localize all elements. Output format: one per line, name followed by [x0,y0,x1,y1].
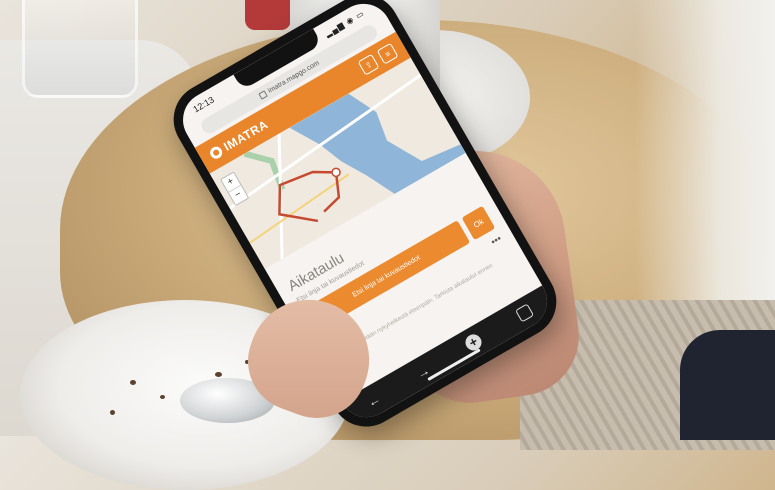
drinking-glass [22,0,138,98]
lock-icon [258,89,268,100]
ok-button[interactable]: Ok [461,205,496,241]
share-icon[interactable]: ⇪ [357,53,380,76]
photo-scene: 12:13 ▂▄▆ ◉ ▭ imatra.mapgo.com IMATRA ⇪ … [0,0,775,490]
map-pin-logo-icon [207,144,225,161]
dark-sleeve [680,330,775,440]
tabs-icon[interactable] [515,303,535,323]
crumb [215,372,222,377]
red-cloth [245,0,291,30]
status-time: 12:13 [191,94,216,115]
crumb [110,410,115,415]
new-tab-plus-icon[interactable]: + [462,331,485,354]
menu-icon[interactable]: ≡ [376,42,399,65]
crumb [130,380,136,385]
back-arrow-icon[interactable]: ← [364,390,383,409]
crumb [160,395,165,399]
